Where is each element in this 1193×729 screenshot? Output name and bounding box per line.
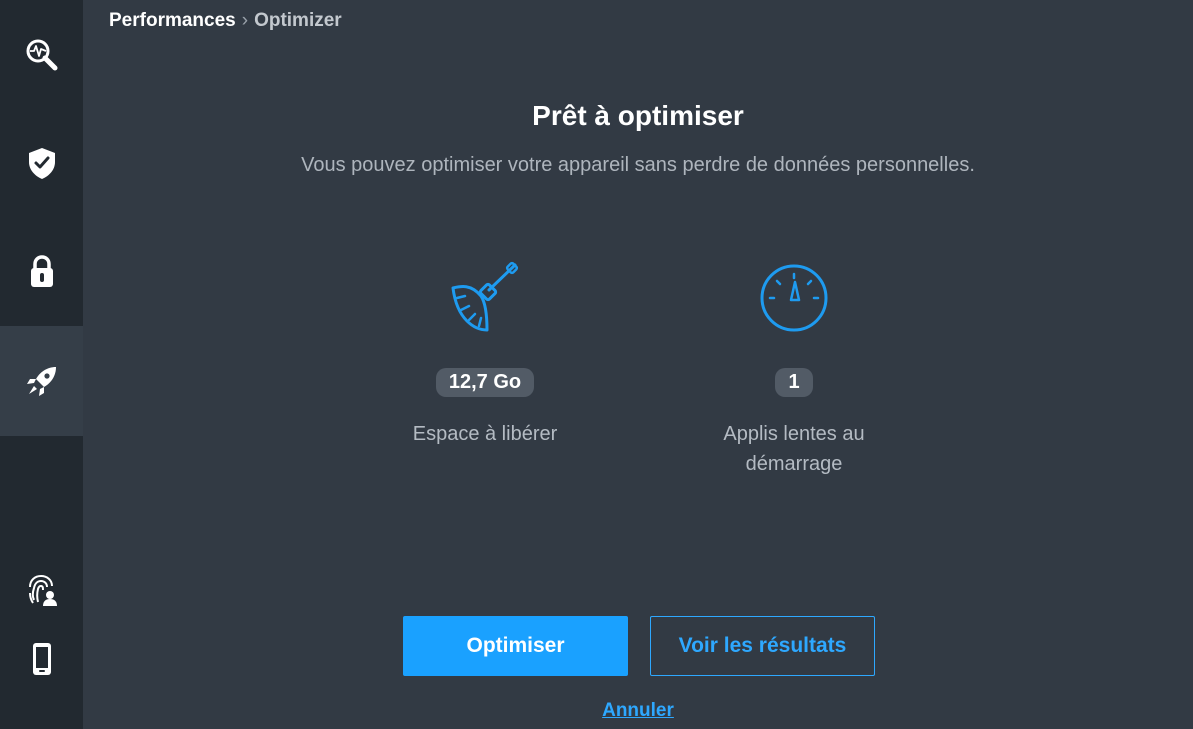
magnifier-pulse-icon xyxy=(25,38,59,72)
optimize-button[interactable]: Optimiser xyxy=(403,616,628,676)
sidebar-item-identity[interactable] xyxy=(0,560,83,620)
slow-apps-value-badge: 1 xyxy=(775,368,813,397)
space-value-badge: 12,7 Go xyxy=(435,368,535,397)
sidebar-item-privacy[interactable] xyxy=(0,217,83,327)
sidebar-item-analysis[interactable] xyxy=(0,0,83,110)
breadcrumb-separator: › xyxy=(241,10,249,31)
sidebar-item-protection[interactable] xyxy=(0,108,83,218)
sidebar-item-performance[interactable] xyxy=(0,326,83,436)
sidebar xyxy=(0,0,83,729)
stat-space: 12,7 Go Espace à libérer xyxy=(360,258,610,449)
page-subtitle: Vous pouvez optimiser votre appareil san… xyxy=(301,154,975,176)
page-title: Prêt à optimiser xyxy=(532,100,744,131)
breadcrumb-current: Optimizer xyxy=(254,10,342,31)
view-results-button[interactable]: Voir les résultats xyxy=(650,616,875,676)
breadcrumb-root[interactable]: Performances xyxy=(109,10,236,32)
space-label: Espace à libérer xyxy=(412,423,558,445)
stat-slow-apps: 1 Applis lentes au démarrage xyxy=(669,258,919,479)
fingerprint-user-icon xyxy=(26,573,58,607)
sidebar-item-device[interactable] xyxy=(0,629,83,689)
cancel-container: Annuler xyxy=(83,700,1193,722)
cancel-link[interactable]: Annuler xyxy=(602,700,674,721)
shield-check-icon xyxy=(27,146,57,180)
speedometer-icon xyxy=(669,258,919,338)
slow-apps-label: Applis lentes au démarrage xyxy=(669,419,919,479)
smartphone-icon xyxy=(31,642,53,676)
slow-apps-label-line1: Applis lentes au xyxy=(723,423,865,445)
broom-icon xyxy=(360,258,610,338)
rocket-icon xyxy=(25,364,59,398)
main-content: Performances › Optimizer Prêt à optimise… xyxy=(83,0,1193,729)
lock-icon xyxy=(28,255,56,289)
breadcrumb: Performances › Optimizer xyxy=(109,10,342,32)
slow-apps-label-line2: démarrage xyxy=(745,453,843,475)
